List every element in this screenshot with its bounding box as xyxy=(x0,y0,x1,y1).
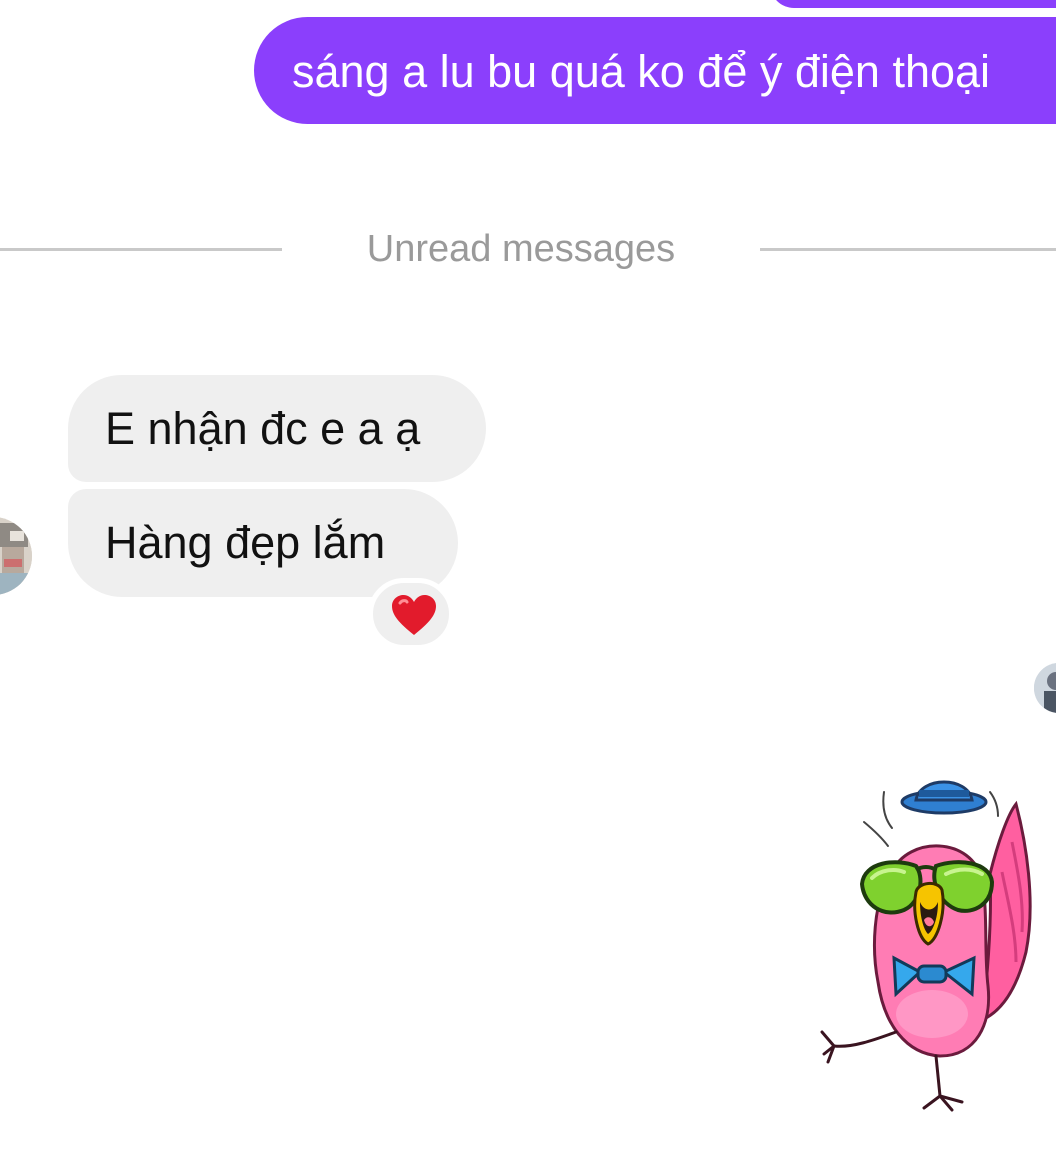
contact-avatar[interactable] xyxy=(0,517,32,595)
incoming-message-bubble[interactable]: E nhận đc e a ạ xyxy=(68,375,486,482)
outgoing-message-bubble[interactable]: sáng a lu bu quá ko để ý điện thoại xyxy=(254,17,1056,124)
outgoing-message-text: sáng a lu bu quá ko để ý điện thoại xyxy=(292,46,991,97)
hat-shape xyxy=(900,780,988,815)
contact-avatar-image xyxy=(0,517,32,595)
incoming-message-text: Hàng đẹp lắm xyxy=(105,517,386,568)
chat-screen: sáng a lu bu quá ko để ý điện thoại Unre… xyxy=(0,0,1056,1155)
heart-icon xyxy=(392,595,436,635)
unread-divider-line-left xyxy=(0,248,282,251)
unread-divider-line-right xyxy=(760,248,1056,251)
incoming-message-text: E nhận đc e a ạ xyxy=(105,403,421,454)
unread-divider-label: Unread messages xyxy=(366,228,676,270)
previous-outgoing-bubble[interactable] xyxy=(770,0,1056,8)
self-avatar-image xyxy=(1034,663,1056,713)
reaction-badge[interactable] xyxy=(368,578,454,650)
bird-sticker-icon[interactable] xyxy=(812,762,1040,1122)
self-avatar[interactable] xyxy=(1034,663,1056,713)
